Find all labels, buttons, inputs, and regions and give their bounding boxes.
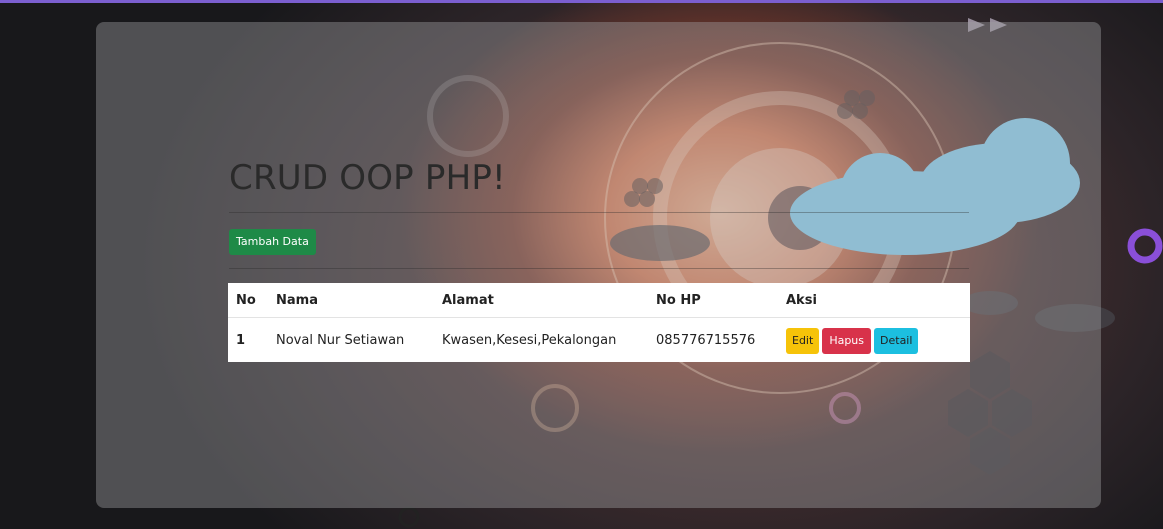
edit-button[interactable]: Edit <box>786 327 820 354</box>
column-header-aksi: Aksi <box>786 292 817 308</box>
cell-no: 1 <box>228 317 276 363</box>
column-header-no: No <box>236 292 256 308</box>
title-divider <box>229 212 969 213</box>
cell-alamat: Kwasen,Kesesi,Pekalongan <box>442 317 656 363</box>
table-header-row: No Nama Alamat No HP Aksi <box>228 283 970 318</box>
data-table: No Nama Alamat No HP Aksi 1 Noval Nur Se… <box>228 283 970 363</box>
table-row: 1 Noval Nur Setiawan Kwasen,Kesesi,Pekal… <box>228 317 970 363</box>
add-data-button[interactable]: Tambah Data <box>229 229 316 255</box>
column-header-no-hp: No HP <box>656 292 701 308</box>
column-header-alamat: Alamat <box>442 292 494 308</box>
page-title: CRUD OOP PHP! <box>229 158 506 198</box>
content-panel <box>96 22 1101 508</box>
delete-button[interactable]: Hapus <box>822 327 872 354</box>
detail-button[interactable]: Detail <box>874 327 919 354</box>
toolbar-divider <box>229 268 969 269</box>
data-table-container: No Nama Alamat No HP Aksi 1 Noval Nur Se… <box>228 283 970 363</box>
cell-nama: Noval Nur Setiawan <box>276 317 442 363</box>
cell-no-hp: 085776715576 <box>656 317 786 363</box>
cell-aksi: Edit Hapus Detail <box>786 317 970 363</box>
column-header-nama: Nama <box>276 292 318 308</box>
